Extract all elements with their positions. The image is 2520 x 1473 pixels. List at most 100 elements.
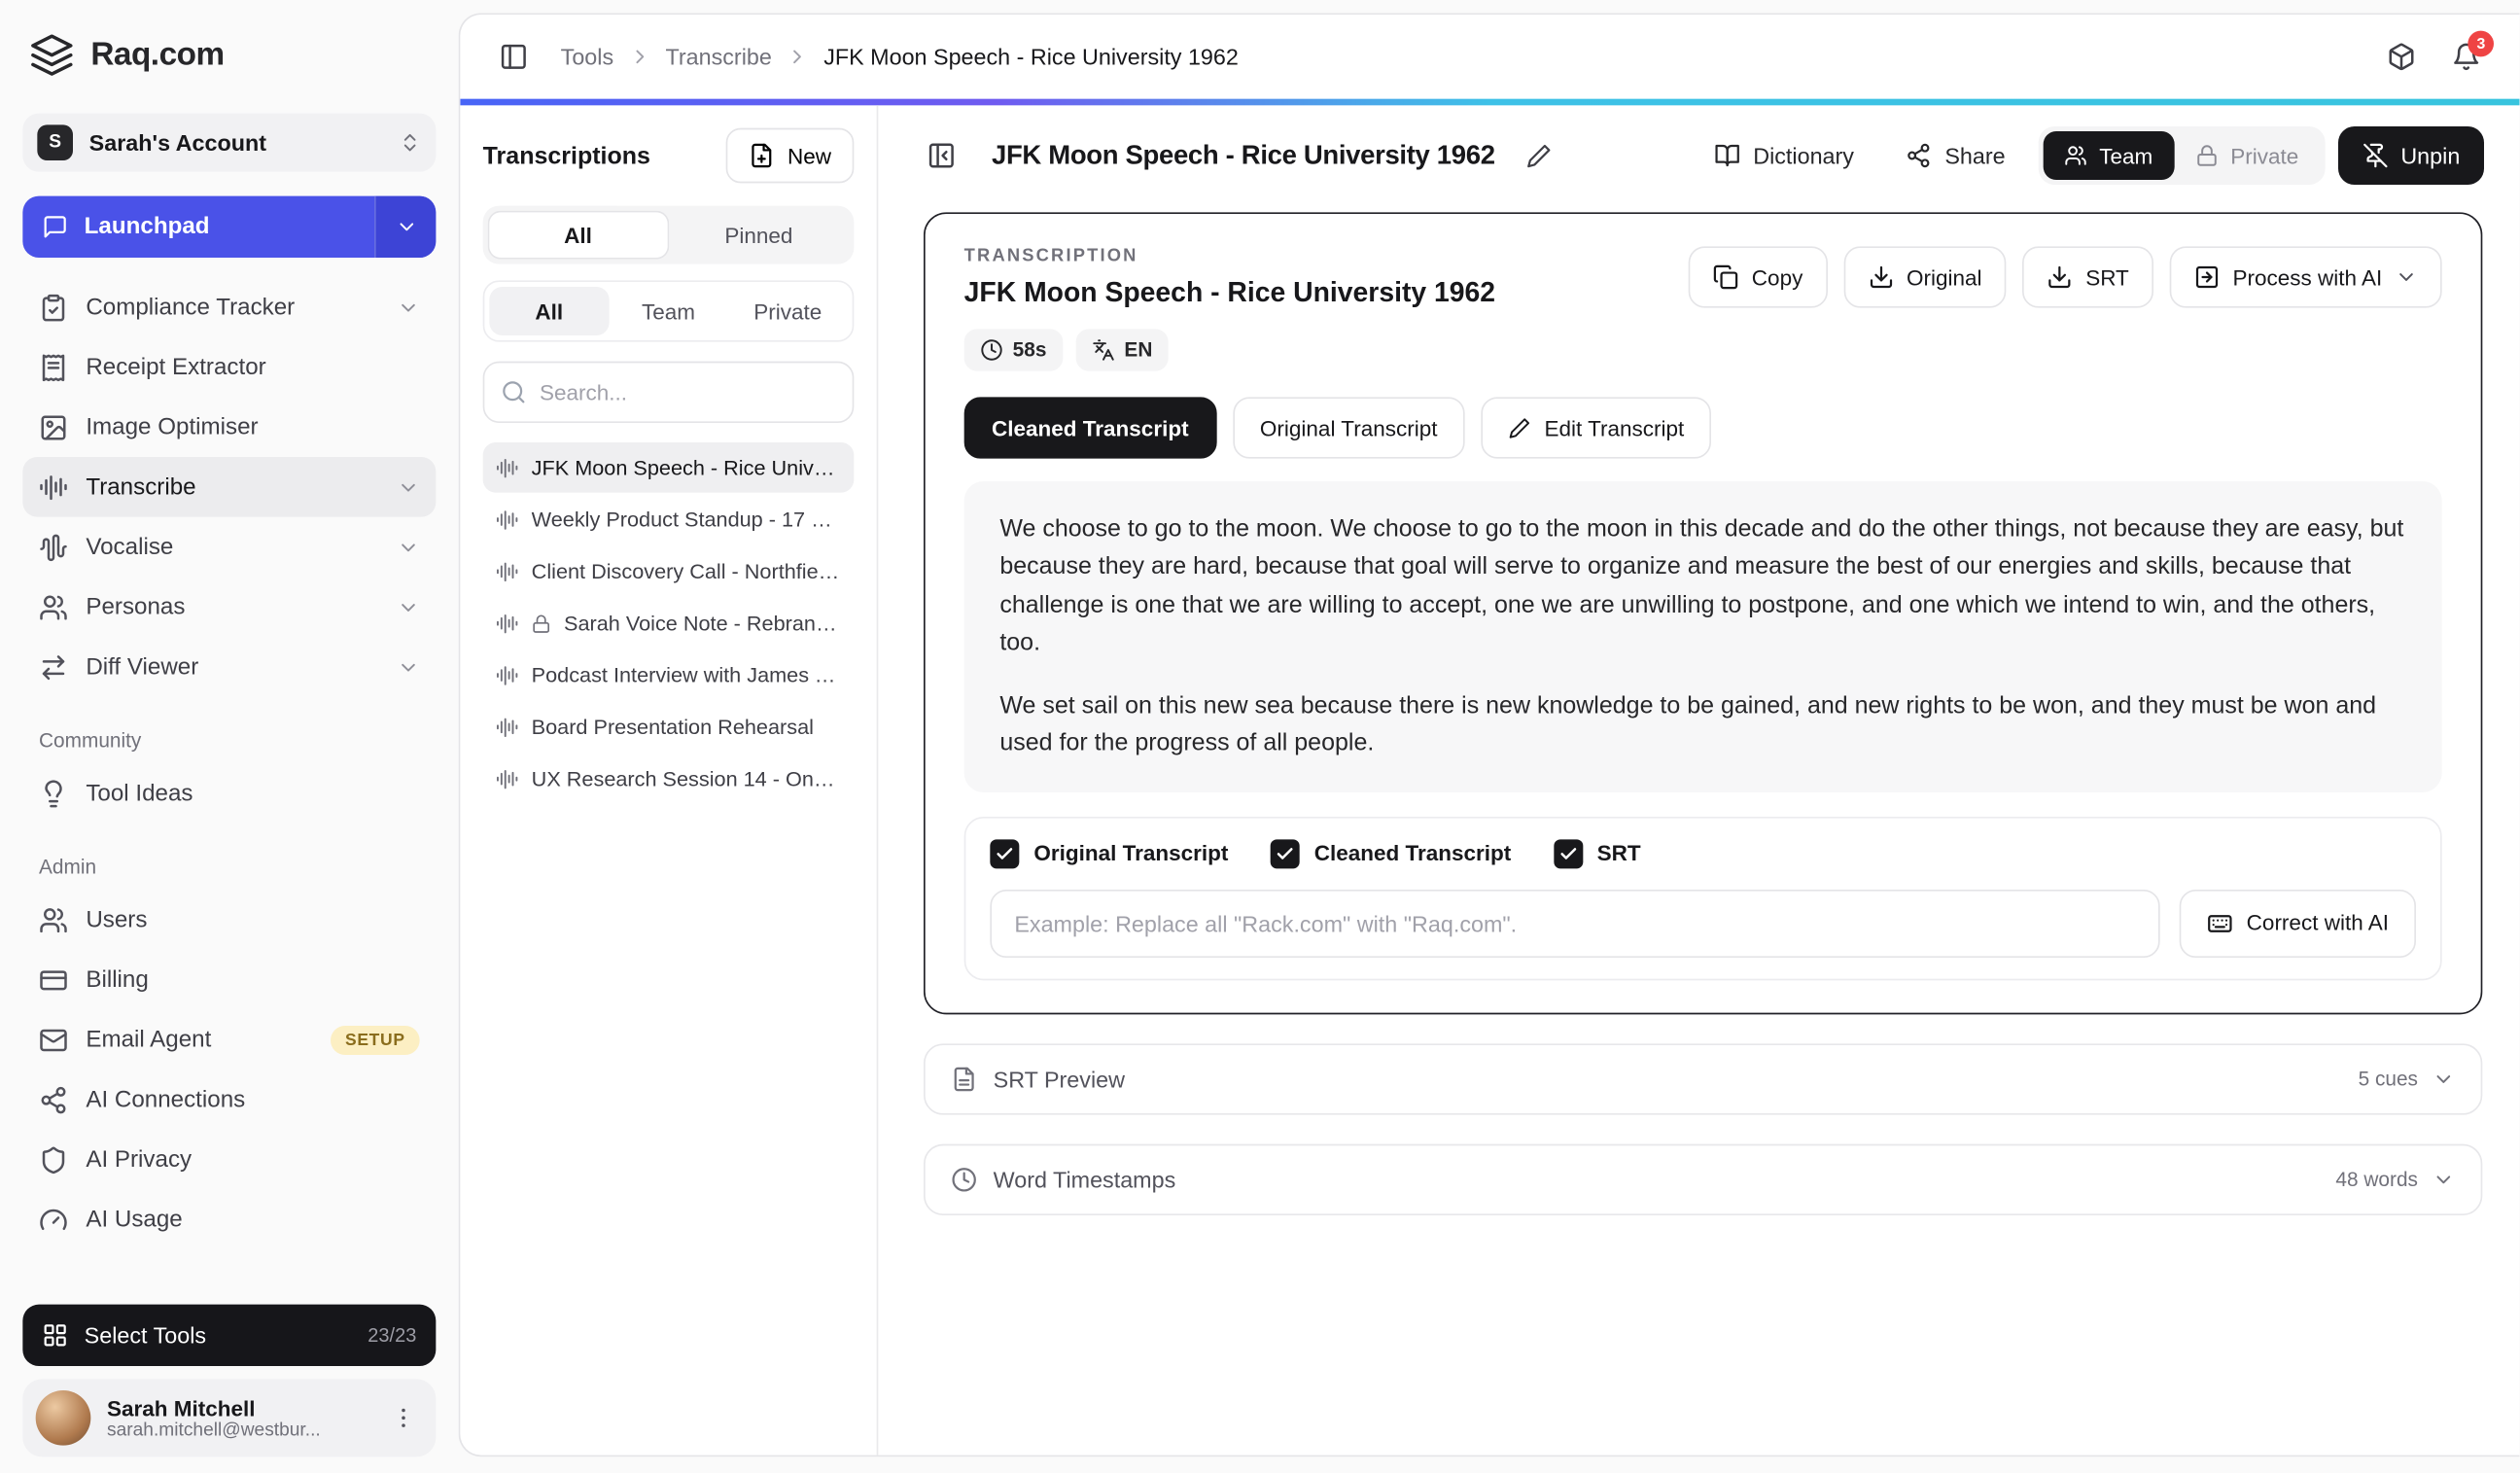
transcription-item[interactable]: Sarah Voice Note - Rebrand T...: [483, 598, 855, 649]
transcription-item[interactable]: JFK Moon Speech - Rice Universi...: [483, 442, 855, 493]
sidebar-item-vocalise[interactable]: Vocalise: [22, 517, 436, 578]
grid-icon: [42, 1322, 68, 1349]
unpin-button[interactable]: Unpin: [2337, 126, 2484, 185]
launchpad-button[interactable]: Launchpad: [22, 196, 436, 258]
gauge-icon: [39, 1205, 68, 1234]
sidebar-item-personas[interactable]: Personas: [22, 577, 436, 637]
book-open-icon: [1714, 143, 1740, 169]
app: Raq.com S Sarah's Account Launchpad Comp…: [0, 0, 2520, 1473]
accent-gradient-bar: [460, 99, 2520, 106]
pencil-icon: [1525, 143, 1552, 169]
sidebar-item-tool-ideas[interactable]: Tool Ideas: [22, 763, 436, 824]
launchpad-expand-button[interactable]: [374, 196, 436, 258]
process-with-ai-button[interactable]: Process with AI: [2169, 246, 2441, 307]
transcription-item-label: Weekly Product Standup - 17 Feb: [532, 508, 841, 532]
language-badge: EN: [1075, 329, 1169, 370]
search-input[interactable]: [540, 380, 836, 404]
notifications-button[interactable]: 3: [2439, 29, 2495, 85]
tab-original-transcript[interactable]: Original Transcript: [1233, 397, 1465, 458]
transcription-item[interactable]: Client Discovery Call - Northfield ...: [483, 546, 855, 597]
edit-transcript-label: Edit Transcript: [1544, 416, 1684, 440]
sidebar-item-receipt-extractor[interactable]: Receipt Extractor: [22, 337, 436, 398]
correct-with-ai-button[interactable]: Correct with AI: [2180, 889, 2416, 957]
tab-cleaned-transcript[interactable]: Cleaned Transcript: [964, 397, 1216, 458]
document-body: TRANSCRIPTION JFK Moon Speech - Rice Uni…: [878, 206, 2520, 1455]
sidebar-toggle-button[interactable]: [486, 29, 542, 85]
topbar: Tools Transcribe JFK Moon Speech - Rice …: [460, 15, 2520, 99]
brand[interactable]: Raq.com: [22, 32, 436, 78]
waveform-icon: [496, 509, 518, 531]
visibility-private-button[interactable]: Private: [2174, 131, 2320, 180]
sidebar-item-compliance-tracker[interactable]: Compliance Tracker: [22, 277, 436, 337]
share-button[interactable]: Share: [1886, 126, 2024, 185]
sidebar-item-image-optimiser[interactable]: Image Optimiser: [22, 397, 436, 457]
waveform-icon: [496, 612, 518, 634]
clipboard-check-icon: [39, 293, 68, 322]
sidebar-item-email-agent[interactable]: Email Agent SETUP: [22, 1009, 436, 1070]
copy-button[interactable]: Copy: [1689, 246, 1828, 307]
sidebar-item-label: Diff Viewer: [86, 654, 198, 681]
chevron-right-icon: [787, 46, 809, 68]
download-srt-button[interactable]: SRT: [2022, 246, 2153, 307]
select-tools-button[interactable]: Select Tools 23/23: [22, 1305, 436, 1366]
network-icon: [39, 1085, 68, 1114]
transcript-tabs: Cleaned Transcript Original Transcript E…: [964, 397, 2442, 458]
waveform-icon: [39, 473, 68, 502]
clock-icon: [980, 338, 1002, 361]
word-timestamps-collapsible[interactable]: Word Timestamps 48 words: [924, 1143, 2483, 1214]
srt-label: SRT: [2085, 265, 2129, 290]
launchpad-main[interactable]: Launchpad: [22, 196, 374, 258]
sidebar-item-ai-usage[interactable]: AI Usage: [22, 1189, 436, 1249]
tab-scope-private[interactable]: Private: [728, 287, 848, 335]
checkbox-original-transcript[interactable]: Original Transcript: [990, 839, 1228, 868]
square-arrow-icon: [2193, 264, 2220, 291]
document-actions: Dictionary Share Team: [1695, 126, 2484, 185]
card-top: TRANSCRIPTION JFK Moon Speech - Rice Uni…: [964, 246, 2442, 370]
tab-edit-transcript[interactable]: Edit Transcript: [1481, 397, 1711, 458]
pin-off-icon: [2362, 143, 2388, 169]
sidebar-item-billing[interactable]: Billing: [22, 950, 436, 1010]
checkbox-srt[interactable]: SRT: [1554, 839, 1641, 868]
transcription-item[interactable]: Weekly Product Standup - 17 Feb: [483, 494, 855, 544]
user-menu-button[interactable]: [384, 1398, 423, 1437]
checkbox-cleaned-transcript[interactable]: Cleaned Transcript: [1271, 839, 1512, 868]
correct-with-ai-label: Correct with AI: [2247, 911, 2389, 935]
download-original-button[interactable]: Original: [1843, 246, 2007, 307]
sidebar-item-label: Compliance Tracker: [86, 295, 295, 321]
user-email: sarah.mitchell@westbur...: [107, 1420, 368, 1440]
sidebar-item-users[interactable]: Users: [22, 890, 436, 950]
sidebar-item-ai-privacy[interactable]: AI Privacy: [22, 1130, 436, 1190]
receipt-icon: [39, 353, 68, 382]
output-checkboxes: Original Transcript Cleaned Transcript S…: [990, 839, 2416, 868]
tab-scope-team[interactable]: Team: [609, 287, 728, 335]
rename-button[interactable]: [1515, 131, 1563, 180]
sidebar-item-diff-viewer[interactable]: Diff Viewer: [22, 637, 436, 697]
tab-all[interactable]: All: [488, 211, 669, 260]
package-button[interactable]: [2374, 29, 2430, 85]
visibility-team-button[interactable]: Team: [2043, 131, 2174, 180]
brand-name: Raq.com: [90, 37, 224, 74]
sidebar-item-transcribe[interactable]: Transcribe: [22, 457, 436, 517]
srt-preview-collapsible[interactable]: SRT Preview 5 cues: [924, 1043, 2483, 1114]
tab-scope-all[interactable]: All: [489, 287, 609, 335]
transcription-item[interactable]: UX Research Session 14 - Onboar...: [483, 754, 855, 804]
account-label: Sarah's Account: [89, 129, 383, 156]
breadcrumb-transcribe[interactable]: Transcribe: [665, 44, 771, 70]
transcription-item-label: Client Discovery Call - Northfield ...: [532, 559, 841, 583]
dictionary-button[interactable]: Dictionary: [1695, 126, 1873, 185]
transcript-text: We choose to go to the moon. We choose t…: [964, 481, 2442, 791]
transcription-item[interactable]: Podcast Interview with James Th...: [483, 649, 855, 700]
logo-layers-icon: [29, 32, 75, 78]
user-card[interactable]: Sarah Mitchell sarah.mitchell@westbur...: [22, 1379, 436, 1456]
tabs-all-pinned: All Pinned: [483, 206, 855, 264]
collapse-panel-button[interactable]: [914, 128, 969, 184]
sidebar-item-ai-connections[interactable]: AI Connections: [22, 1070, 436, 1130]
account-switcher[interactable]: S Sarah's Account: [22, 114, 436, 172]
correction-input[interactable]: [990, 889, 2160, 957]
new-transcription-button[interactable]: New: [726, 128, 855, 184]
search-icon: [501, 379, 527, 405]
breadcrumb-tools[interactable]: Tools: [561, 44, 613, 70]
tab-pinned[interactable]: Pinned: [669, 211, 850, 260]
shield-icon: [39, 1145, 68, 1175]
transcription-item[interactable]: Board Presentation Rehearsal: [483, 702, 855, 753]
